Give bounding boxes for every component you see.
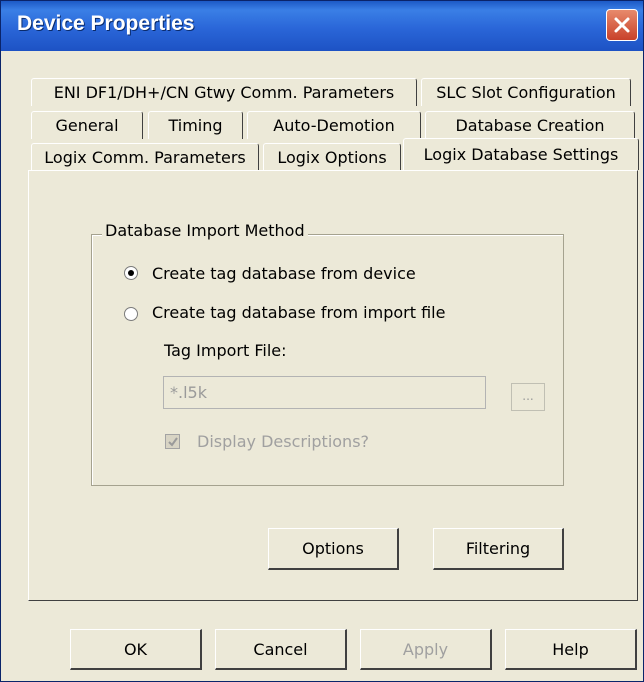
tab-logix-comm-parameters[interactable]: Logix Comm. Parameters [31, 143, 259, 171]
radio-create-from-import-file-label[interactable]: Create tag database from import file [152, 303, 445, 322]
options-button[interactable]: Options [268, 528, 399, 570]
close-icon [614, 17, 630, 33]
apply-button[interactable]: Apply [360, 629, 492, 670]
tab-logix-options[interactable]: Logix Options [263, 143, 401, 171]
tab-general[interactable]: General [31, 111, 143, 139]
help-button[interactable]: Help [505, 629, 637, 670]
tag-import-file-input[interactable] [164, 377, 485, 408]
device-properties-dialog: Device Properties ENI DF1/DH+/CN Gtwy Co… [0, 0, 644, 682]
ok-button[interactable]: OK [70, 629, 202, 670]
tab-database-creation[interactable]: Database Creation [425, 111, 635, 139]
tab-auto-demotion[interactable]: Auto-Demotion [247, 111, 421, 139]
radio-create-from-import-file[interactable] [124, 307, 138, 321]
tab-eni-df1-gtwy-comm-parameters[interactable]: ENI DF1/DH+/CN Gtwy Comm. Parameters [31, 78, 417, 106]
cancel-button[interactable]: Cancel [215, 629, 347, 670]
browse-button[interactable]: ... [511, 383, 545, 411]
checkmark-icon [168, 437, 178, 447]
radio-create-from-device-label[interactable]: Create tag database from device [152, 264, 416, 283]
tab-timing[interactable]: Timing [148, 111, 243, 139]
tag-import-file-label: Tag Import File: [164, 341, 287, 360]
display-descriptions-label: Display Descriptions? [197, 432, 370, 451]
close-button[interactable] [606, 9, 638, 41]
filtering-button[interactable]: Filtering [433, 528, 564, 570]
radio-selected-dot [128, 270, 134, 276]
tab-logix-database-settings[interactable]: Logix Database Settings [403, 138, 639, 170]
tab-slc-slot-configuration[interactable]: SLC Slot Configuration [421, 78, 631, 106]
title-bar[interactable]: Device Properties [1, 1, 643, 51]
radio-create-from-device[interactable] [124, 266, 138, 280]
tag-import-file-field[interactable] [163, 376, 486, 409]
display-descriptions-checkbox[interactable] [165, 434, 180, 449]
window-title: Device Properties [17, 12, 195, 35]
group-label: Database Import Method [102, 221, 308, 240]
